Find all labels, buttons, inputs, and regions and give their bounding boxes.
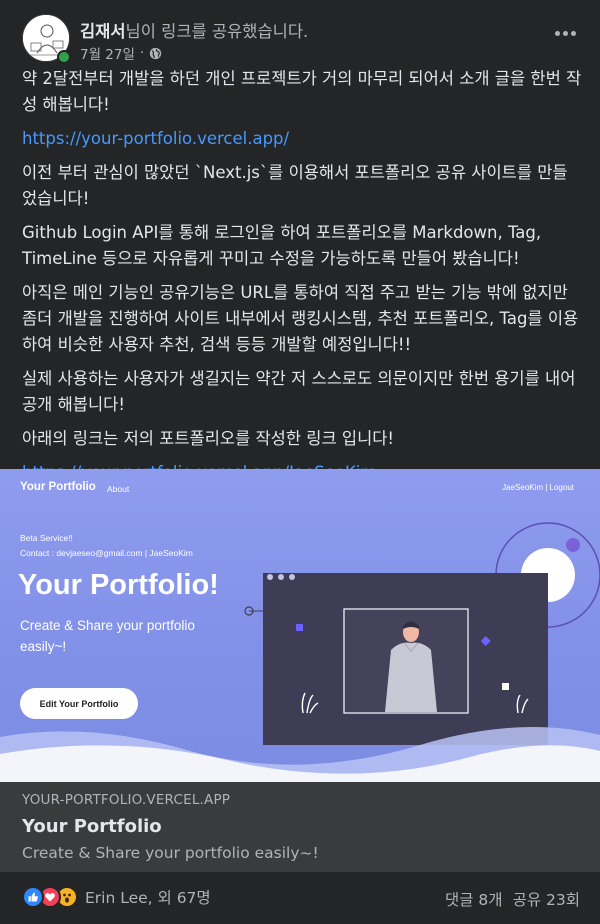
link-description: Create & Share your portfolio easily~! — [22, 844, 319, 862]
more-horizontal-icon[interactable] — [552, 26, 578, 40]
link-card[interactable]: YOUR-PORTFOLIO.VERCEL.APP Your Portfolio… — [0, 782, 600, 872]
post-paragraph: 아래의 링크는 저의 포트폴리오를 작성한 링크 입니다! — [22, 429, 395, 448]
post-footer: Erin Lee, 외 67명 댓글 8개 공유 23회 — [0, 872, 600, 924]
preview-beta-text: Beta Service!! — [20, 533, 73, 543]
post-paragraph: Github Login API를 통해 로그인을 하여 포트폴리오를 Mark… — [22, 223, 542, 268]
post-paragraph: 아직은 메인 기능인 공유기능은 URL를 통하여 직접 주고 받는 기능 밖에… — [22, 283, 579, 354]
share-count[interactable]: 공유 23회 — [513, 888, 580, 910]
link-title: Your Portfolio — [22, 816, 162, 837]
author-name[interactable]: 김재서 — [80, 22, 126, 41]
reactions-summary[interactable]: Erin Lee, 외 67명 — [22, 886, 211, 908]
preview-contact-text: Contact : devjaeseo@gmail.com | JaeSeoKi… — [20, 548, 193, 558]
post-author-line: 김재서님이 링크를 공유했습니다. — [80, 18, 308, 42]
meta-separator: · — [139, 45, 145, 61]
engagement-counts: 댓글 8개 공유 23회 — [445, 888, 580, 910]
post-meta: 7월 27일 · — [80, 43, 162, 63]
preview-nav-about: About — [107, 484, 130, 494]
preview-hero-subtitle: Create & Share your portfolio easily~! — [20, 618, 195, 654]
orbit-planet — [566, 538, 580, 552]
share-action-text: 님이 링크를 공유했습니다. — [125, 22, 309, 41]
preview-brand: Your Portfolio — [20, 481, 96, 493]
preview-hero-title: Your Portfolio! — [18, 569, 219, 601]
portfolio-link[interactable]: https://your-portfolio.vercel.app/ — [22, 129, 289, 148]
post-paragraph: 이전 부터 관심이 많았던 `Next.js`를 이용해서 포트폴리오 공유 사… — [22, 163, 568, 208]
reaction-names[interactable]: Erin Lee, 외 67명 — [85, 886, 211, 908]
link-preview-image[interactable]: Your Portfolio About JaeSeoKim | Logout … — [0, 469, 600, 782]
post-body: 약 2달전부터 개발을 하던 개인 프로젝트가 거의 마무리 되어서 소개 글을… — [22, 66, 582, 494]
post-paragraph: 실제 사용하는 사용자가 생길지는 약간 저 스스로도 의문이지만 한번 용기를… — [22, 369, 576, 414]
post-paragraph: 약 2달전부터 개발을 하던 개인 프로젝트가 거의 마무리 되어서 소개 글을… — [22, 69, 582, 114]
post-header: 김재서님이 링크를 공유했습니다. 7월 27일 · — [0, 0, 600, 66]
post-date[interactable]: 7월 27일 — [80, 43, 135, 63]
preview-edit-portfolio-button: Edit Your Portfolio — [20, 688, 138, 719]
feed-post: 김재서님이 링크를 공유했습니다. 7월 27일 · 약 2달전부터 개발을 하… — [0, 0, 600, 924]
globe-icon[interactable] — [149, 47, 162, 60]
online-status-dot — [57, 50, 71, 64]
link-domain: YOUR-PORTFOLIO.VERCEL.APP — [22, 792, 231, 808]
comment-count[interactable]: 댓글 8개 — [445, 888, 503, 910]
preview-user-nav: JaeSeoKim | Logout — [502, 483, 574, 492]
like-icon — [22, 886, 44, 908]
